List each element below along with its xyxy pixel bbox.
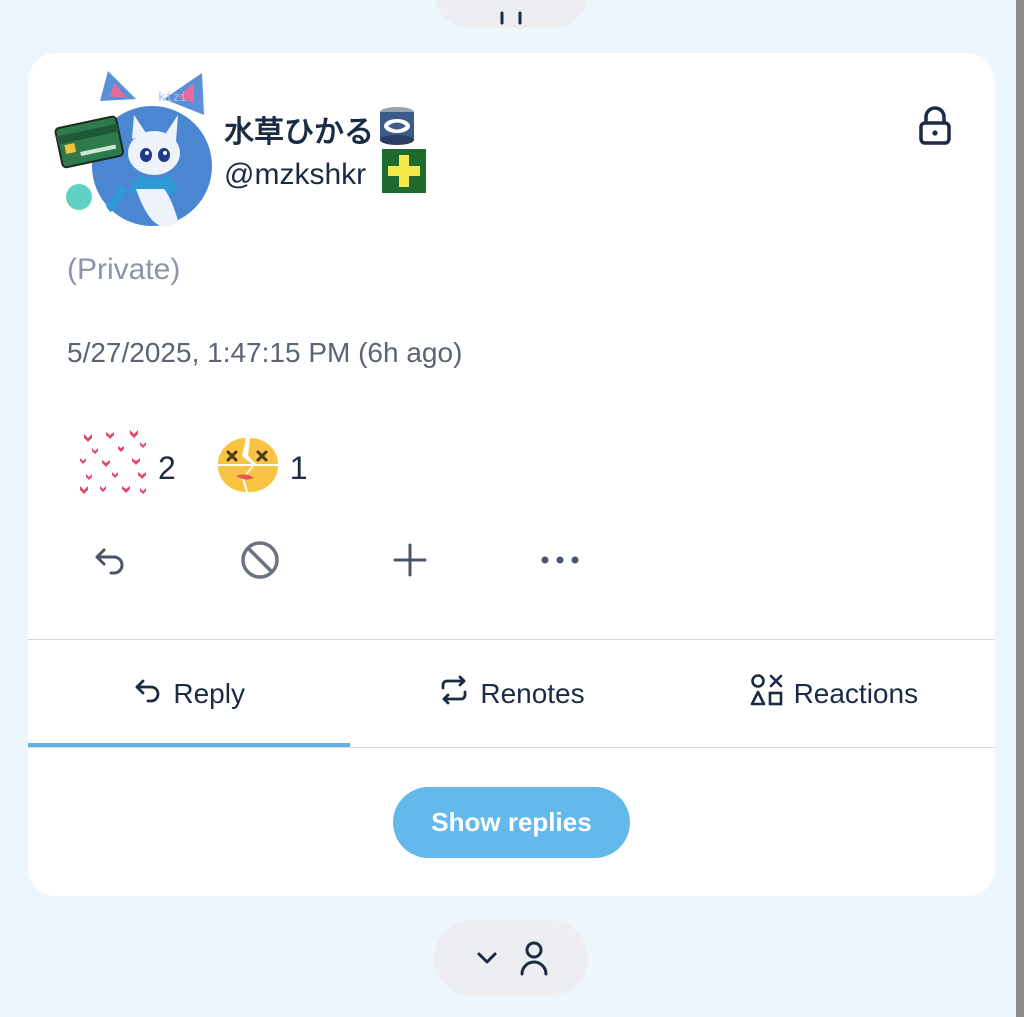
reaction-button[interactable]: 1 xyxy=(212,434,308,502)
renote-disabled-button[interactable] xyxy=(236,538,284,586)
scrollbar[interactable] xyxy=(1016,0,1024,1017)
user-icon xyxy=(519,940,549,976)
display-name[interactable]: 水草ひかる xyxy=(224,107,374,151)
plus-icon xyxy=(392,542,428,583)
user-name-row[interactable]: 水草ひかる xyxy=(224,105,416,153)
chevron-down-icon xyxy=(473,944,501,972)
visibility-text: (Private) xyxy=(67,253,181,286)
tab-label: Renotes xyxy=(480,677,585,709)
tab-renotes[interactable]: Renotes xyxy=(350,640,672,747)
reactions-row: 2 1 xyxy=(78,428,344,508)
avatar[interactable]: kizi xyxy=(54,71,224,241)
broken-face-emoji-icon xyxy=(212,434,282,502)
top-pill[interactable] xyxy=(434,0,588,28)
shapes-icon xyxy=(750,673,784,714)
user-handle-row: @mzkshkr xyxy=(224,149,427,201)
tab-label: Reply xyxy=(173,677,245,709)
note-card: kizi 水草ひかる @mzkshkr (Private) 5/27/2025,… xyxy=(28,53,995,896)
divider xyxy=(28,747,995,748)
reply-icon xyxy=(92,542,128,583)
reaction-count: 2 xyxy=(158,449,176,486)
note-tabs: Reply Renotes Reactions xyxy=(28,640,995,747)
tab-label: Reactions xyxy=(793,677,919,709)
more-button[interactable] xyxy=(536,538,584,586)
lock-icon xyxy=(917,106,953,151)
scattered-hearts-emoji-icon xyxy=(78,428,150,508)
repeat-icon xyxy=(438,674,470,713)
online-status-dot xyxy=(66,184,92,210)
ban-icon xyxy=(239,539,281,586)
reply-button[interactable] xyxy=(86,538,134,586)
note-actions xyxy=(86,538,686,586)
people-icon xyxy=(496,0,526,29)
reaction-button[interactable]: 2 xyxy=(78,428,176,508)
timestamp[interactable]: 5/27/2025, 1:47:15 PM (6h ago) xyxy=(67,337,462,369)
show-replies-button[interactable]: Show replies xyxy=(393,787,630,858)
svg-text:kizi: kizi xyxy=(158,90,187,104)
reaction-count: 1 xyxy=(289,449,308,486)
more-dots-icon xyxy=(540,553,580,571)
tab-reactions[interactable]: Reactions xyxy=(673,640,995,747)
saba-can-emoji-icon xyxy=(378,105,416,153)
add-reaction-button[interactable] xyxy=(386,538,434,586)
tab-reply[interactable]: Reply xyxy=(28,640,351,747)
reply-icon xyxy=(133,675,163,712)
bottom-pill[interactable] xyxy=(434,920,588,996)
user-handle[interactable]: @mzkshkr xyxy=(224,158,366,192)
green-cross-badge-icon xyxy=(382,149,427,201)
